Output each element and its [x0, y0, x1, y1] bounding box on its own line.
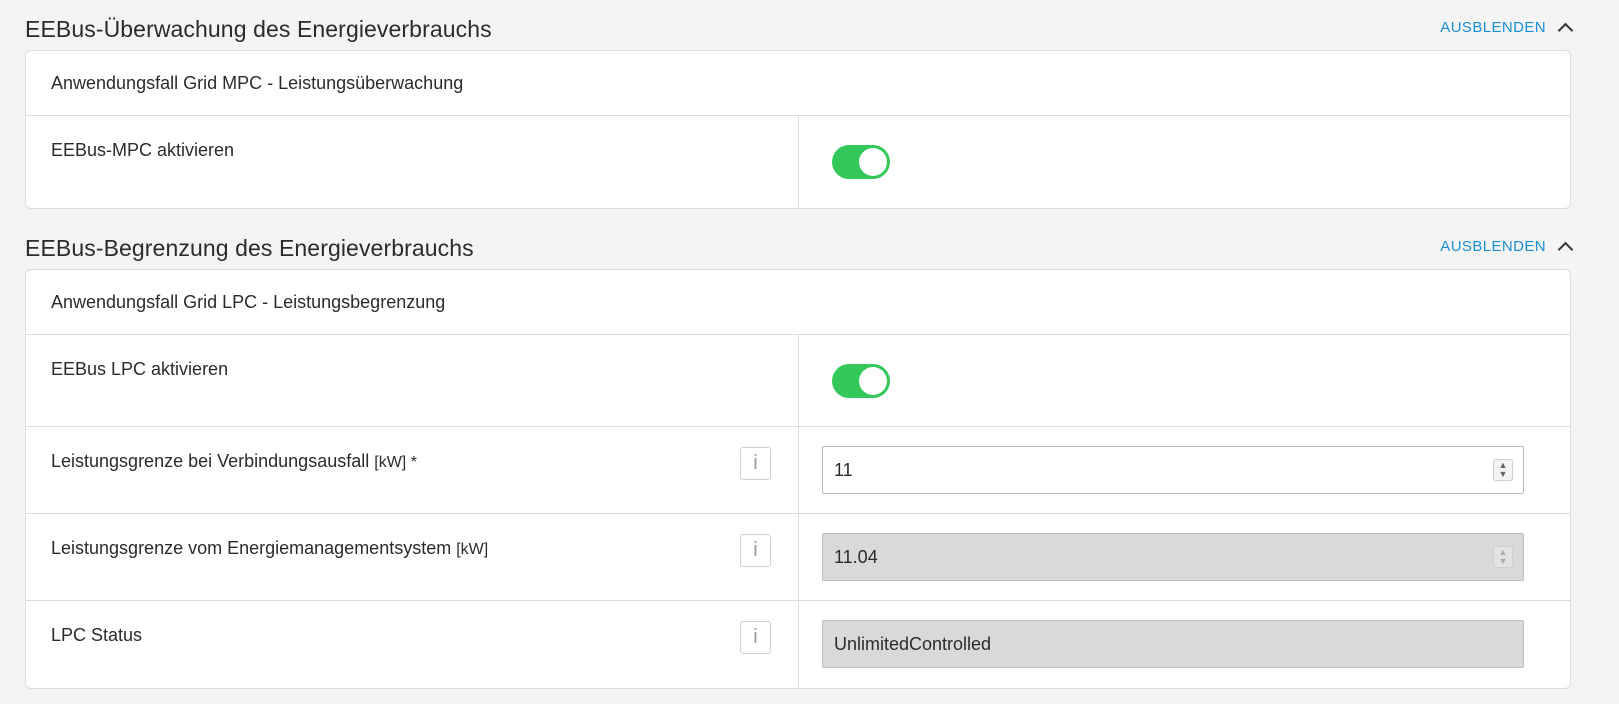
row-label-cell: EEBus-MPC aktivieren — [26, 116, 799, 208]
failsafe-limit-row: Leistungsgrenze bei Verbindungsausfall [… — [26, 427, 1570, 514]
info-icon[interactable]: i — [740, 534, 771, 567]
failsafe-limit-input[interactable] — [823, 446, 1493, 494]
lpc-status-row: LPC Status i — [26, 601, 1570, 688]
section-lpc-collapse-button[interactable]: AUSBLENDEN — [1440, 238, 1574, 258]
collapse-label[interactable]: AUSBLENDEN — [1440, 238, 1546, 255]
row-value-cell — [799, 601, 1570, 688]
ems-limit-input — [823, 533, 1493, 581]
lpc-enable-label: EEBus LPC aktivieren — [51, 359, 229, 379]
mpc-enable-row: EEBus-MPC aktivieren — [26, 116, 1570, 208]
section-lpc-title: EEBus-Begrenzung des Energieverbrauchs — [25, 235, 474, 261]
toggle-knob — [859, 367, 887, 395]
row-value-cell — [799, 116, 1570, 208]
chevron-up-icon[interactable] — [1557, 241, 1574, 258]
spinner-arrows-icon[interactable]: ▲ ▼ — [1493, 459, 1513, 481]
mpc-enable-label: EEBus-MPC aktivieren — [51, 140, 235, 160]
mpc-enable-toggle[interactable] — [832, 145, 890, 179]
info-icon[interactable]: i — [740, 621, 771, 654]
ems-limit-field: ▲▼ — [822, 533, 1524, 581]
ems-limit-row: Leistungsgrenze vom Energiemanagementsys… — [26, 514, 1570, 601]
row-value-cell: ▲▼ — [799, 427, 1570, 513]
mpc-card: Anwendungsfall Grid MPC - Leistungsüberw… — [25, 50, 1571, 209]
lpc-status-field — [822, 620, 1524, 668]
section-mpc: EEBus-Überwachung des Energieverbrauchs … — [25, 0, 1574, 209]
lpc-status-input — [823, 620, 1523, 668]
section-mpc-header: EEBus-Überwachung des Energieverbrauchs … — [25, 0, 1574, 50]
row-label-cell: Leistungsgrenze vom Energiemanagementsys… — [26, 514, 799, 600]
lpc-status-label: LPC Status — [51, 625, 143, 645]
mpc-card-header: Anwendungsfall Grid MPC - Leistungsüberw… — [26, 51, 1570, 116]
failsafe-limit-unit: [kW] * — [374, 454, 417, 471]
lpc-card-header: Anwendungsfall Grid LPC - Leistungsbegre… — [26, 270, 1570, 335]
info-icon[interactable]: i — [740, 447, 771, 480]
toggle-knob — [859, 148, 887, 176]
row-value-cell: ▲▼ — [799, 514, 1570, 600]
section-lpc-header: EEBus-Begrenzung des Energieverbrauchs A… — [25, 219, 1574, 269]
failsafe-limit-label: Leistungsgrenze bei Verbindungsausfall — [51, 451, 370, 471]
ems-limit-label: Leistungsgrenze vom Energiemanagementsys… — [51, 538, 452, 558]
section-lpc: EEBus-Begrenzung des Energieverbrauchs A… — [25, 219, 1574, 689]
lpc-enable-row: EEBus LPC aktivieren — [26, 335, 1570, 427]
row-value-cell — [799, 335, 1570, 426]
row-label-cell: Leistungsgrenze bei Verbindungsausfall [… — [26, 427, 799, 513]
chevron-up-icon[interactable] — [1557, 22, 1574, 39]
row-label-cell: EEBus LPC aktivieren — [26, 335, 799, 426]
collapse-label[interactable]: AUSBLENDEN — [1440, 19, 1546, 36]
section-mpc-title: EEBus-Überwachung des Energieverbrauchs — [25, 16, 492, 42]
section-mpc-collapse-button[interactable]: AUSBLENDEN — [1440, 19, 1574, 39]
lpc-enable-toggle[interactable] — [832, 364, 890, 398]
row-label-cell: LPC Status i — [26, 601, 799, 688]
spinner-arrows-icon: ▲ ▼ — [1493, 546, 1513, 568]
failsafe-limit-field: ▲▼ — [822, 446, 1524, 494]
ems-limit-unit: [kW] — [456, 541, 489, 558]
lpc-card: Anwendungsfall Grid LPC - Leistungsbegre… — [25, 269, 1571, 689]
